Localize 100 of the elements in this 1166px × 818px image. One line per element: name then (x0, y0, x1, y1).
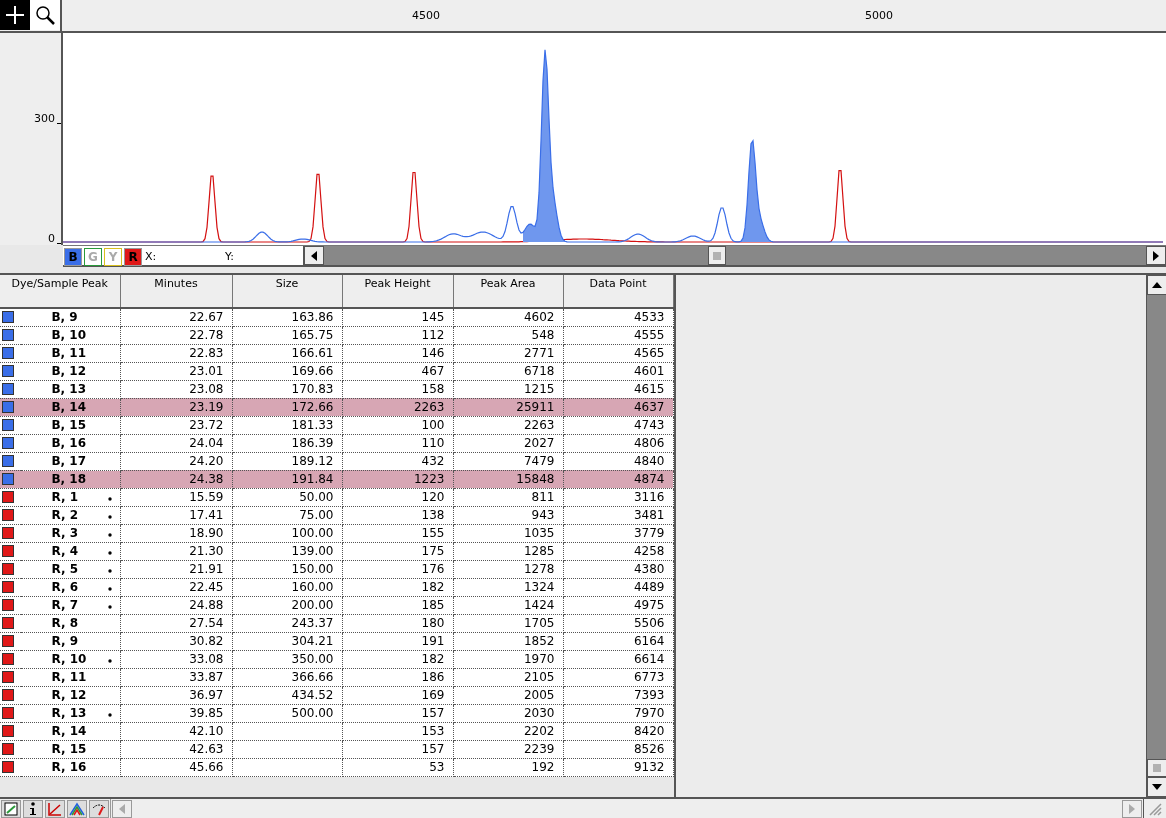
info-icon[interactable] (23, 800, 43, 818)
table-cell: 50.00 (232, 488, 342, 506)
peak-label: B, 15 (51, 417, 87, 432)
peak-cell[interactable]: R, 8 (21, 614, 120, 632)
peak-cell[interactable]: B, 14 (21, 398, 120, 416)
scroll-thumb[interactable] (708, 246, 726, 265)
table-cell: 42.63 (120, 740, 232, 758)
table-cell: 33.08 (120, 650, 232, 668)
peak-cell[interactable]: R, 15 (21, 740, 120, 758)
table-cell: 2771 (453, 344, 563, 362)
flag-dot-icon (107, 712, 112, 717)
peak-cell[interactable]: R, 12 (21, 686, 120, 704)
table-cell: 169 (342, 686, 453, 704)
x-readout-label: X: (144, 249, 158, 265)
peak-cell[interactable]: B, 13 (21, 380, 120, 398)
column-header[interactable]: Peak Area (453, 275, 563, 308)
table-cell: 6773 (563, 668, 673, 686)
peak-cell[interactable]: R, 2 (21, 506, 120, 524)
table-cell: 4602 (453, 308, 563, 326)
peak-cell[interactable]: B, 11 (21, 344, 120, 362)
table-cell: 434.52 (232, 686, 342, 704)
table-cell: 120 (342, 488, 453, 506)
column-header[interactable]: Peak Height (342, 275, 453, 308)
table-cell: 181.33 (232, 416, 342, 434)
scroll-left-icon[interactable] (304, 246, 324, 265)
peak-cell[interactable]: R, 14 (21, 722, 120, 740)
table-cell: 15.59 (120, 488, 232, 506)
dye-toggle[interactable]: R (124, 248, 142, 266)
horizontal-scrollbar[interactable] (303, 246, 1166, 265)
peak-label: B, 10 (51, 327, 87, 342)
table-cell: 1324 (453, 578, 563, 596)
scroll-right-icon[interactable] (1146, 246, 1166, 265)
peak-cell[interactable]: R, 10 (21, 650, 120, 668)
table-cell: 17.41 (120, 506, 232, 524)
peak-label: R, 14 (51, 723, 87, 738)
y-axis-tick-label: 300 (34, 111, 55, 127)
peaks-icon[interactable] (67, 800, 87, 818)
peak-label: B, 17 (51, 453, 87, 468)
peak-label: R, 13 (51, 705, 87, 720)
peak-cell[interactable]: R, 4 (21, 542, 120, 560)
column-header[interactable]: Dye/Sample Peak (0, 275, 120, 308)
peak-label: R, 6 (51, 579, 79, 594)
column-header[interactable]: Data Point (563, 275, 673, 308)
table-cell: 157 (342, 740, 453, 758)
peak-cell[interactable]: B, 17 (21, 452, 120, 470)
peak-cell[interactable]: B, 16 (21, 434, 120, 452)
table-cell: 467 (342, 362, 453, 380)
zoom-tool[interactable] (30, 0, 60, 30)
table-cell: 1424 (453, 596, 563, 614)
scroll-thumb[interactable] (1147, 759, 1166, 777)
column-header[interactable]: Size (232, 275, 342, 308)
table-cell: 2263 (453, 416, 563, 434)
dye-toggle[interactable]: B (64, 248, 82, 266)
table-cell: 2263 (342, 398, 453, 416)
table-cell: 350.00 (232, 650, 342, 668)
table-cell: 100 (342, 416, 453, 434)
peak-cell[interactable]: B, 18 (21, 470, 120, 488)
vertical-scrollbar[interactable] (1146, 275, 1166, 797)
peak-cell[interactable]: R, 5 (21, 560, 120, 578)
table-cell: 4565 (563, 344, 673, 362)
table-cell: 943 (453, 506, 563, 524)
peak-label: B, 11 (51, 345, 87, 360)
peak-cell[interactable]: B, 10 (21, 326, 120, 344)
table-cell: 1970 (453, 650, 563, 668)
line-chart-icon[interactable] (45, 800, 65, 818)
peak-cell[interactable]: R, 3 (21, 524, 120, 542)
flag-dot-icon (107, 532, 112, 537)
table-cell: 4258 (563, 542, 673, 560)
peak-cell[interactable]: R, 6 (21, 578, 120, 596)
table-cell: 4601 (563, 362, 673, 380)
table-cell: 2202 (453, 722, 563, 740)
table-cell: 21.91 (120, 560, 232, 578)
scroll-down-icon[interactable] (1147, 777, 1166, 797)
table-cell: 2005 (453, 686, 563, 704)
peak-label: B, 18 (51, 471, 87, 486)
column-header[interactable]: Minutes (120, 275, 232, 308)
peak-cell[interactable]: R, 13 (21, 704, 120, 722)
table-cell: 75.00 (232, 506, 342, 524)
peak-cell[interactable]: B, 15 (21, 416, 120, 434)
gauge-icon[interactable] (89, 800, 109, 818)
peak-label: R, 5 (51, 561, 79, 576)
peak-cell[interactable]: R, 7 (21, 596, 120, 614)
peak-cell[interactable]: B, 9 (21, 308, 120, 326)
graph-icon[interactable] (1, 800, 21, 818)
crosshair-tool[interactable] (0, 0, 30, 30)
table-cell: 182 (342, 578, 453, 596)
scroll-up-icon[interactable] (1147, 275, 1166, 295)
table-cell: 23.72 (120, 416, 232, 434)
peak-cell[interactable]: B, 12 (21, 362, 120, 380)
peak-cell[interactable]: R, 9 (21, 632, 120, 650)
table-cell: 6614 (563, 650, 673, 668)
table-cell: 24.88 (120, 596, 232, 614)
peak-label: R, 16 (51, 759, 87, 774)
table-cell: 21.30 (120, 542, 232, 560)
peak-cell[interactable]: R, 16 (21, 758, 120, 776)
peak-cell[interactable]: R, 11 (21, 668, 120, 686)
peak-cell[interactable]: R, 1 (21, 488, 120, 506)
table-cell: 1223 (342, 470, 453, 488)
table-cell: 2105 (453, 668, 563, 686)
table-cell: 192 (453, 758, 563, 776)
